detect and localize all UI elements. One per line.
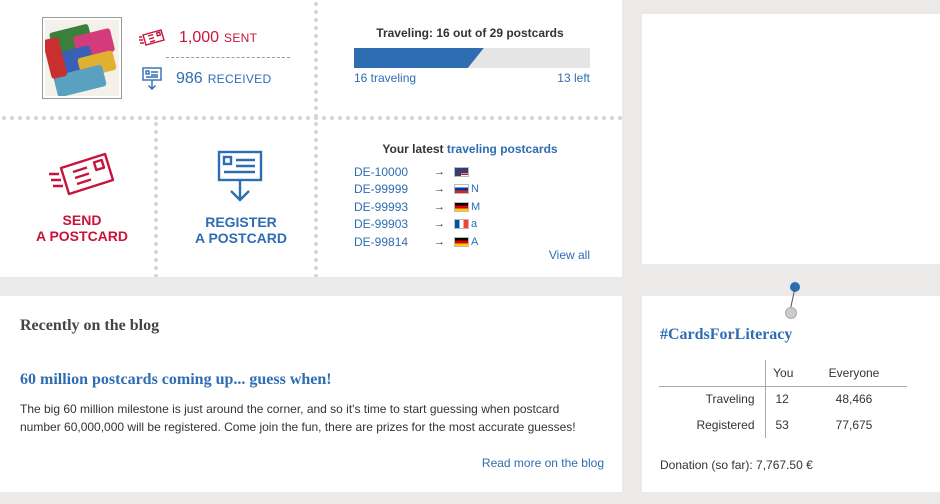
fr-flag-icon [454,219,469,230]
postcard-id-link[interactable]: DE-99903 [354,217,434,231]
everyone-value: 77,675 [835,418,873,432]
traveling-title: Traveling: 16 out of 29 postcards [376,26,564,40]
sent-label: SENT [224,31,258,45]
table-row: Traveling 12 48,466 [659,386,907,412]
received-stat[interactable]: 986 RECEIVED [142,67,271,91]
blog-excerpt: The big 60 million milestone is just aro… [20,402,576,434]
user-avatar[interactable] [42,17,122,99]
stat-divider [166,57,290,58]
traveling-progress-bar [354,48,590,68]
list-item: DE-10000 → [354,163,481,181]
pin-base-icon [785,307,797,319]
col-you-header: You [773,365,794,380]
latest-postcards-list: DE-10000 → DE-99999 → N DE-99993 → M DE-99903 → a D… [354,163,481,251]
left-count: 13 left [557,71,590,85]
view-all-link[interactable]: View all [549,248,590,262]
traveling-postcards-link[interactable]: traveling postcards [447,142,558,156]
perforation-divider [0,115,622,121]
arrow-icon: → [434,218,445,231]
sent-postcard-icon [139,29,165,46]
you-value: 12 [775,392,789,407]
perforation-divider [313,0,319,277]
postcard-id-link[interactable]: DE-99993 [354,200,434,214]
pin-head-icon [790,282,800,292]
col-everyone-header: Everyone [828,365,880,380]
latest-title-prefix: Your latest [382,142,444,156]
latest-postcards-title: Your latest traveling postcards [320,142,620,156]
row-label: Registered [659,412,766,438]
recipient-link[interactable]: a [471,218,481,230]
register-postcard-icon [217,150,263,202]
register-postcard-button[interactable]: REGISTER A POSTCARD [170,150,312,246]
cards-for-literacy-panel: #CardsForLiteracy You Everyone Traveling… [642,296,940,492]
send-postcard-icon [49,152,115,196]
progress-fill [354,48,484,68]
sent-stat[interactable]: 1,000 SENT [139,28,257,48]
literacy-title: #CardsForLiteracy [660,326,793,343]
perforation-divider [153,120,159,277]
ru-flag-icon [454,184,469,195]
send-line1: SEND [62,212,102,228]
row-label: Traveling [659,386,766,412]
blog-panel: Recently on the blog 60 million postcard… [0,296,622,492]
received-count: 986 [176,70,203,87]
table-row: Registered 53 77,675 [659,412,907,438]
recipient-link[interactable]: N [471,183,481,195]
register-line1: REGISTER [205,214,277,230]
received-label: RECEIVED [207,72,272,86]
postcard-id-link[interactable]: DE-99999 [354,182,434,196]
sidebar-empty-panel [642,14,940,264]
us-flag-icon [454,166,469,177]
arrow-icon: → [434,235,445,248]
de-flag-icon [454,236,469,247]
you-value: 53 [775,418,789,432]
table-header-row: You Everyone [659,360,907,386]
literacy-stats-table: You Everyone Traveling 12 48,466 Registered… [659,360,907,438]
arrow-icon: → [434,200,445,213]
postcard-id-link[interactable]: DE-99814 [354,235,434,249]
send-line2: A POSTCARD [35,228,129,244]
blog-heading: Recently on the blog [20,317,160,334]
everyone-value: 48,466 [835,392,873,407]
send-postcard-button[interactable]: SEND A POSTCARD [18,150,146,244]
traveling-count-link[interactable]: 16 traveling [354,71,416,85]
postcard-id-link[interactable]: DE-10000 [354,165,434,179]
de-flag-icon [454,201,469,212]
donation-total: Donation (so far): 7,767.50 € [660,458,813,472]
recipient-link[interactable]: M [471,201,481,213]
list-item: DE-99903 → a [354,216,481,234]
list-item: DE-99814 → A [354,233,481,251]
list-item: DE-99999 → N [354,181,481,199]
recipient-link[interactable]: A [471,236,481,248]
list-item: DE-99993 → M [354,198,481,216]
sent-count: 1,000 [179,29,220,46]
received-postcard-icon [142,67,162,90]
arrow-icon: → [434,165,445,178]
register-line2: A POSTCARD [194,230,288,246]
arrow-icon: → [434,183,445,196]
blog-post-title-link[interactable]: 60 million postcards coming up... guess … [20,371,332,389]
dashboard-panel: 1,000 SENT 986 RECEIVED Traveling: 16 ou… [0,0,622,277]
suitcase-stack-image [45,20,119,96]
table-corner-cell [659,360,766,386]
read-more-link[interactable]: Read more on the blog [482,456,604,470]
